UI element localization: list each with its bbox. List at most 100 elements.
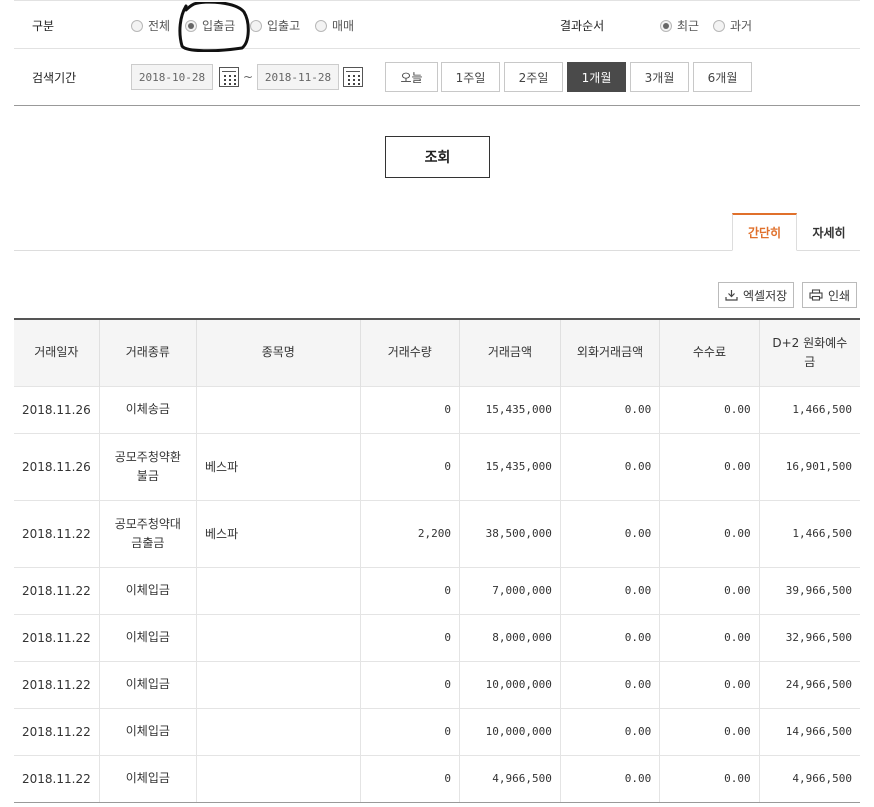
cell-fx-amount: 0.00	[559, 499, 660, 567]
cell-fee: 0.00	[659, 432, 760, 500]
table-row: 2018.11.26 이체송금 0 15,435,000 0.00 0.00 1…	[14, 385, 860, 433]
hand-drawn-circle-annotation	[178, 2, 250, 52]
cell-fee: 0.00	[659, 613, 760, 661]
radio-order-recent[interactable]: 최근	[660, 17, 699, 34]
column-header-name: 종목명	[195, 318, 361, 386]
cell-fx-amount: 0.00	[559, 613, 660, 661]
excel-save-button[interactable]: 엑셀저장	[718, 282, 795, 308]
period-3month-button[interactable]: 3개월	[630, 62, 689, 92]
cell-amount: 38,500,000	[459, 499, 561, 567]
table-row: 2018.11.22 이체입금 0 7,000,000 0.00 0.00 39…	[14, 566, 860, 614]
cell-amount: 15,435,000	[459, 385, 561, 433]
calendar-icon[interactable]	[219, 67, 239, 87]
column-header-deposit: D+2 원화예수 금	[758, 318, 860, 386]
radio-label: 매매	[332, 19, 355, 33]
column-header-fee: 수수료	[659, 318, 760, 386]
cell-date: 2018.11.22	[14, 613, 100, 661]
transaction-table: 거래일자 거래종류 종목명 거래수량 거래금액 외화거래금액 수수료 D+2 원…	[14, 318, 860, 803]
period-6month-button[interactable]: 6개월	[693, 62, 752, 92]
cell-amount: 10,000,000	[459, 660, 561, 708]
period-1month-button[interactable]: 1개월	[567, 62, 626, 92]
cell-amount: 10,000,000	[459, 707, 561, 755]
cell-name	[195, 566, 361, 614]
radio-circle-icon	[131, 19, 143, 32]
period-2week-button[interactable]: 2주일	[504, 62, 563, 92]
cell-fee: 0.00	[659, 566, 760, 614]
radio-order-past[interactable]: 과거	[713, 17, 752, 34]
radio-label: 입출고	[267, 19, 301, 33]
radio-category-in-out[interactable]: 입출고	[250, 17, 300, 34]
cell-date: 2018.11.22	[14, 660, 100, 708]
table-row: 2018.11.22 공모주청약대 금출금 베스파 2,200 38,500,00…	[14, 499, 860, 567]
cell-fx-amount: 0.00	[559, 385, 660, 433]
table-header-row: 거래일자 거래종류 종목명 거래수량 거래금액 외화거래금액 수수료 D+2 원…	[14, 318, 860, 386]
cell-deposit: 4,966,500	[758, 754, 860, 803]
tab-detailed[interactable]: 자세히	[800, 213, 858, 251]
column-header-type: 거래종류	[98, 318, 197, 386]
cell-amount: 4,966,500	[459, 754, 561, 803]
period-today-button[interactable]: 오늘	[385, 62, 438, 92]
search-button[interactable]: 조회	[385, 136, 490, 178]
table-row: 2018.11.26 공모주청약환 불금 베스파 0 15,435,000 0.0…	[14, 432, 860, 500]
date-to-input[interactable]: 2018-11-28	[257, 64, 339, 90]
date-from-input[interactable]: 2018-10-28	[131, 64, 213, 90]
cell-type-link[interactable]: 공모주청약환 불금	[98, 432, 197, 500]
cell-type-link[interactable]: 이체입금	[98, 707, 197, 755]
print-label: 인쇄	[828, 288, 851, 303]
cell-type-link[interactable]: 이체송금	[98, 385, 197, 433]
table-row: 2018.11.22 이체입금 0 10,000,000 0.00 0.00 2…	[14, 660, 860, 708]
cell-name	[195, 754, 361, 803]
cell-quantity: 0	[359, 754, 460, 803]
cell-type-link[interactable]: 이체입금	[98, 660, 197, 708]
cell-date: 2018.11.22	[14, 707, 100, 755]
order-label: 결과순서	[560, 19, 605, 33]
radio-category-trade[interactable]: 매매	[315, 17, 354, 34]
cell-amount: 15,435,000	[459, 432, 561, 500]
cell-type-link[interactable]: 이체입금	[98, 754, 197, 803]
cell-fee: 0.00	[659, 385, 760, 433]
column-header-fx-amount: 외화거래금액	[559, 318, 660, 386]
cell-fx-amount: 0.00	[559, 660, 660, 708]
calendar-icon[interactable]	[343, 67, 363, 87]
cell-date: 2018.11.26	[14, 432, 100, 500]
tab-simple[interactable]: 간단히	[732, 213, 797, 251]
column-header-amount: 거래금액	[459, 318, 561, 386]
cell-type-link[interactable]: 이체입금	[98, 566, 197, 614]
cell-deposit: 32,966,500	[758, 613, 860, 661]
cell-deposit: 1,466,500	[758, 385, 860, 433]
cell-date: 2018.11.22	[14, 499, 100, 567]
cell-fx-amount: 0.00	[559, 754, 660, 803]
cell-date: 2018.11.22	[14, 566, 100, 614]
print-button[interactable]: 인쇄	[802, 282, 858, 308]
cell-name: 베스파	[195, 499, 361, 567]
date-range-separator: ~	[243, 70, 254, 84]
radio-label: 최근	[677, 19, 700, 33]
cell-fee: 0.00	[659, 707, 760, 755]
period-label: 검색기간	[32, 71, 77, 85]
cell-name	[195, 660, 361, 708]
table-row: 2018.11.22 이체입금 0 4,966,500 0.00 0.00 4,…	[14, 754, 860, 803]
cell-quantity: 0	[359, 707, 460, 755]
cell-fee: 0.00	[659, 499, 760, 567]
radio-circle-icon	[713, 19, 725, 32]
cell-deposit: 1,466,500	[758, 499, 860, 567]
cell-date: 2018.11.22	[14, 754, 100, 803]
radio-category-all[interactable]: 전체	[131, 17, 170, 34]
radio-circle-icon	[250, 19, 262, 32]
cell-deposit: 14,966,500	[758, 707, 860, 755]
table-row: 2018.11.22 이체입금 0 8,000,000 0.00 0.00 32…	[14, 613, 860, 661]
cell-type-link[interactable]: 이체입금	[98, 613, 197, 661]
cell-deposit: 24,966,500	[758, 660, 860, 708]
period-1week-button[interactable]: 1주일	[441, 62, 500, 92]
cell-name: 베스파	[195, 432, 361, 500]
filter-row-category: 구분 전체 입출금 입출고 매매 결과순서 최근 과거	[14, 1, 860, 49]
cell-type-link[interactable]: 공모주청약대 금출금	[98, 499, 197, 567]
column-header-date: 거래일자	[14, 318, 100, 386]
cell-deposit: 16,901,500	[758, 432, 860, 500]
cell-fee: 0.00	[659, 660, 760, 708]
cell-name	[195, 385, 361, 433]
cell-quantity: 0	[359, 613, 460, 661]
download-icon	[725, 290, 738, 301]
cell-fee: 0.00	[659, 754, 760, 803]
printer-icon	[809, 289, 823, 301]
